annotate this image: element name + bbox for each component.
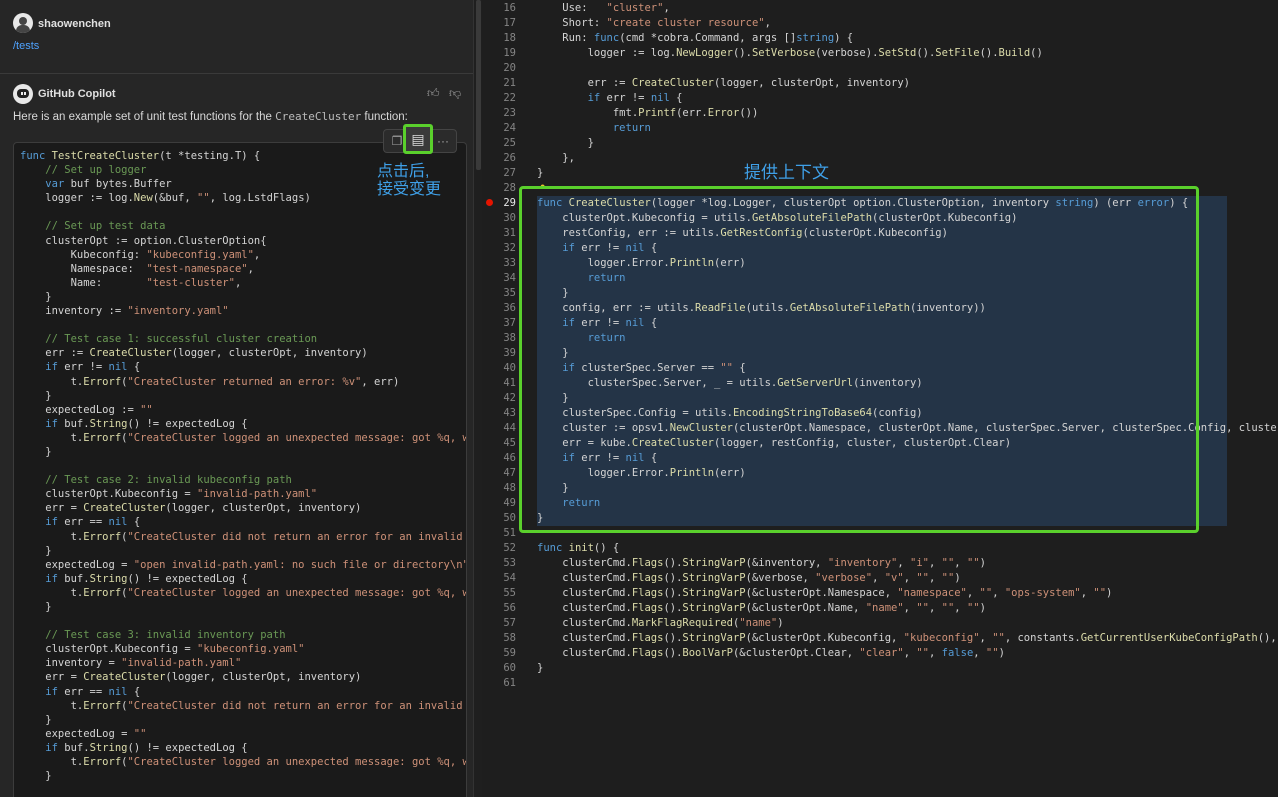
line-number[interactable]: 19 bbox=[482, 46, 516, 61]
line-number[interactable]: 46 bbox=[482, 451, 516, 466]
line-number[interactable]: 43 bbox=[482, 406, 516, 421]
line-number[interactable]: 25 bbox=[482, 136, 516, 151]
line-number[interactable]: 24 bbox=[482, 121, 516, 136]
intro-text-suffix: function: bbox=[361, 111, 408, 123]
line-number[interactable]: 45 bbox=[482, 436, 516, 451]
line-number[interactable]: 44 bbox=[482, 421, 516, 436]
line-number[interactable]: 17 bbox=[482, 16, 516, 31]
line-number[interactable]: 48 bbox=[482, 481, 516, 496]
thumbs-up-icon[interactable]: 👍︎ bbox=[427, 86, 440, 101]
line-number[interactable]: 54 bbox=[482, 571, 516, 586]
line-number[interactable]: 40 bbox=[482, 361, 516, 376]
annotation-click-accept: 点击后, 接受变更 bbox=[377, 163, 467, 199]
thumbs-down-icon[interactable]: 👎︎ bbox=[449, 86, 461, 101]
line-number[interactable]: 51 bbox=[482, 526, 516, 541]
context-highlight-box bbox=[519, 186, 1199, 533]
more-actions-button[interactable]: ··· bbox=[434, 132, 452, 150]
line-number[interactable]: 20 bbox=[482, 61, 516, 76]
line-number[interactable]: 35 bbox=[482, 286, 516, 301]
line-number[interactable]: 53 bbox=[482, 556, 516, 571]
line-number[interactable]: 26 bbox=[482, 151, 516, 166]
line-number[interactable]: 52 bbox=[482, 541, 516, 556]
line-number[interactable]: 34 bbox=[482, 271, 516, 286]
line-number[interactable]: 23 bbox=[482, 106, 516, 121]
line-number[interactable]: 16 bbox=[482, 1, 516, 16]
line-number[interactable]: 55 bbox=[482, 586, 516, 601]
line-number[interactable]: 60 bbox=[482, 661, 516, 676]
code-editor[interactable]: 16 17 18 19 20 21 22 23 24 25 26 27 28 29 30 31 32 33 34 35… bbox=[482, 0, 1278, 797]
annotation-line-2: 接受变更 bbox=[377, 181, 442, 198]
intro-code: CreateCluster bbox=[275, 110, 362, 123]
copilot-chat-panel: shaowenchen /tests GitHub Copilot 👍︎ 👎︎ … bbox=[0, 0, 473, 797]
line-number[interactable]: 30 bbox=[482, 211, 516, 226]
line-number[interactable]: 59 bbox=[482, 646, 516, 661]
user-command: /tests bbox=[13, 40, 40, 52]
line-number[interactable]: 32 bbox=[482, 241, 516, 256]
line-number[interactable]: 39 bbox=[482, 346, 516, 361]
copilot-avatar-icon bbox=[13, 84, 33, 104]
code-block-content: func TestCreateCluster(t *testing.T) { /… bbox=[20, 150, 467, 783]
context-annotation: 提供上下文 bbox=[744, 163, 829, 182]
line-number[interactable]: 50 bbox=[482, 511, 516, 526]
line-number[interactable]: 57 bbox=[482, 616, 516, 631]
line-number[interactable]: 31 bbox=[482, 226, 516, 241]
line-number[interactable]: 47 bbox=[482, 466, 516, 481]
line-number[interactable]: 22 bbox=[482, 91, 516, 106]
line-number[interactable]: 41 bbox=[482, 376, 516, 391]
user-name: shaowenchen bbox=[38, 18, 111, 30]
line-number[interactable]: 38 bbox=[482, 331, 516, 346]
line-number[interactable]: 28 bbox=[482, 181, 516, 196]
line-number[interactable]: 58 bbox=[482, 631, 516, 646]
line-number[interactable]: 61 bbox=[482, 676, 516, 691]
line-number[interactable]: 49 bbox=[482, 496, 516, 511]
line-number-gutter[interactable]: 16 17 18 19 20 21 22 23 24 25 26 27 28 29 30 31 32 33 34 35… bbox=[482, 1, 516, 691]
insert-at-cursor-icon[interactable]: ▤ bbox=[403, 124, 433, 154]
breakpoint-icon[interactable] bbox=[486, 199, 493, 206]
code-block: func TestCreateCluster(t *testing.T) { /… bbox=[13, 142, 467, 797]
line-number[interactable]: 56 bbox=[482, 601, 516, 616]
annotation-line-1: 点击后, bbox=[377, 163, 430, 180]
intro-text: Here is an example set of unit test func… bbox=[13, 111, 276, 123]
assistant-name: GitHub Copilot bbox=[38, 88, 116, 100]
user-avatar bbox=[13, 13, 33, 33]
assistant-intro: Here is an example set of unit test func… bbox=[13, 110, 408, 123]
line-number[interactable]: 42 bbox=[482, 391, 516, 406]
message-divider bbox=[0, 73, 473, 74]
line-number[interactable]: 37 bbox=[482, 316, 516, 331]
line-number[interactable]: 27 bbox=[482, 166, 516, 181]
line-number[interactable]: 36 bbox=[482, 301, 516, 316]
chat-scrollbar-thumb[interactable] bbox=[476, 0, 481, 170]
line-number[interactable]: 33 bbox=[482, 256, 516, 271]
line-number[interactable]: 21 bbox=[482, 76, 516, 91]
line-number[interactable]: 18 bbox=[482, 31, 516, 46]
